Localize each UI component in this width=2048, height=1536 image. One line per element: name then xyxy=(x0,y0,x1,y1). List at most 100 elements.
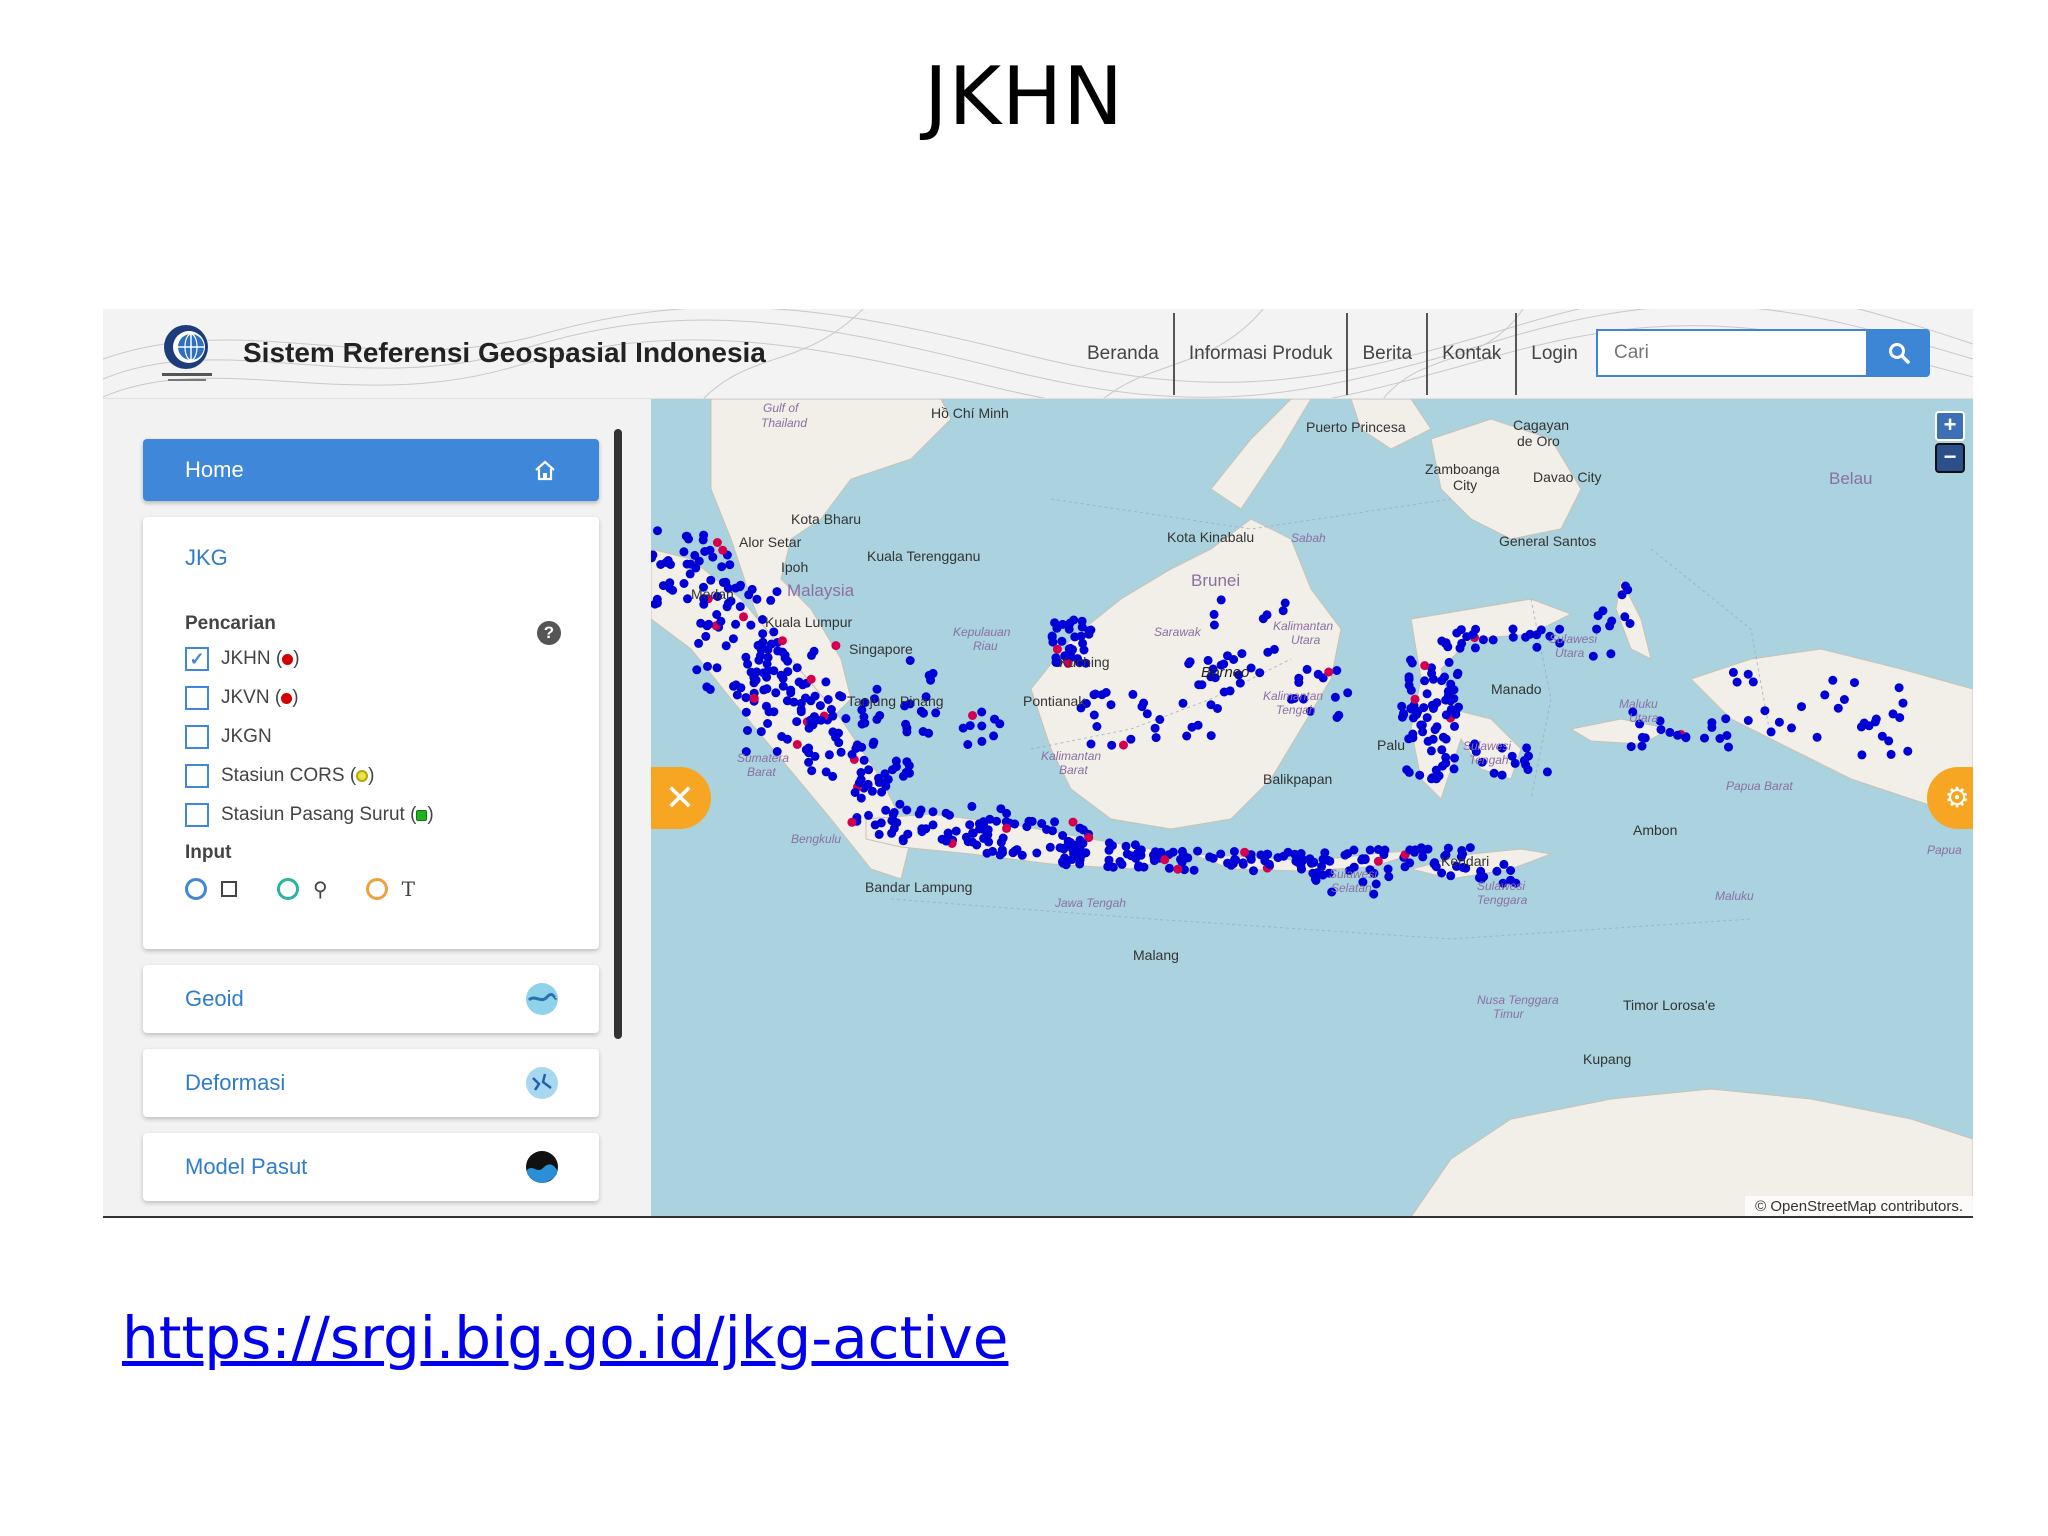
jkhn-point-marker[interactable] xyxy=(739,612,748,622)
jkhn-point-marker[interactable] xyxy=(864,810,873,820)
jkhn-point-marker[interactable] xyxy=(1430,725,1440,735)
jkhn-point-marker[interactable] xyxy=(1294,678,1304,687)
jkhn-point-marker[interactable] xyxy=(783,656,793,666)
jkhn-point-marker[interactable] xyxy=(1438,732,1448,742)
jkhn-point-marker[interactable] xyxy=(1237,649,1247,659)
jkhn-point-marker[interactable] xyxy=(663,556,673,565)
jkhn-point-marker[interactable] xyxy=(1532,642,1542,652)
jkhn-point-marker[interactable] xyxy=(1437,745,1447,755)
jkhn-point-marker[interactable] xyxy=(783,667,793,677)
jkhn-point-marker[interactable] xyxy=(1090,689,1100,699)
jkhn-point-marker[interactable] xyxy=(1437,868,1447,878)
jkhn-point-marker[interactable] xyxy=(1058,619,1068,629)
jkhn-point-marker[interactable] xyxy=(1205,852,1215,862)
jkhn-point-marker[interactable] xyxy=(1075,823,1085,833)
jkhn-point-marker[interactable] xyxy=(1139,698,1149,708)
jkhn-point-marker[interactable] xyxy=(1497,770,1507,780)
jkhn-point-marker[interactable] xyxy=(1032,848,1042,858)
jkhn-point-marker[interactable] xyxy=(854,778,864,788)
jkhn-point-marker[interactable] xyxy=(1209,620,1219,630)
jkhn-point-marker[interactable] xyxy=(716,616,726,626)
jkhn-point-marker[interactable] xyxy=(924,728,934,738)
jkhn-point-marker[interactable] xyxy=(902,805,912,815)
jkhn-point-marker[interactable] xyxy=(1178,698,1188,708)
jkhn-point-marker[interactable] xyxy=(895,799,905,809)
jkhn-point-marker[interactable] xyxy=(928,820,938,830)
jkhn-point-marker[interactable] xyxy=(705,684,715,694)
jkhn-point-marker[interactable] xyxy=(1122,849,1132,859)
jkhn-point-marker[interactable] xyxy=(1119,740,1128,750)
jkhn-point-marker[interactable] xyxy=(1050,618,1060,628)
jkhn-point-marker[interactable] xyxy=(1057,636,1067,646)
jkhn-point-marker[interactable] xyxy=(1383,864,1393,874)
jkhn-point-marker[interactable] xyxy=(1441,710,1451,720)
jkhn-point-marker[interactable] xyxy=(874,829,884,839)
jkhn-point-marker[interactable] xyxy=(771,688,781,698)
jkhn-point-marker[interactable] xyxy=(1045,842,1055,852)
jkhn-point-marker[interactable] xyxy=(1522,743,1532,753)
jkhn-point-marker[interactable] xyxy=(1721,714,1731,724)
search-button[interactable] xyxy=(1868,329,1930,377)
jkg-title[interactable]: JKG xyxy=(185,545,228,571)
site-title[interactable]: Sistem Referensi Geospasial Indonesia xyxy=(243,337,766,369)
jkhn-point-marker[interactable] xyxy=(1828,675,1838,685)
jkhn-point-marker[interactable] xyxy=(1209,609,1219,619)
jkhn-point-marker[interactable] xyxy=(751,675,761,685)
jkhn-point-marker[interactable] xyxy=(1510,758,1520,768)
jkhn-point-marker[interactable] xyxy=(1104,855,1114,865)
jkhn-point-marker[interactable] xyxy=(1489,768,1499,778)
jkhn-point-marker[interactable] xyxy=(1427,669,1437,678)
jkhn-point-marker[interactable] xyxy=(835,691,845,701)
jkhn-point-marker[interactable] xyxy=(1010,846,1020,856)
jkhn-point-marker[interactable] xyxy=(1441,695,1451,705)
jkhn-point-marker[interactable] xyxy=(778,647,787,657)
jkhn-point-marker[interactable] xyxy=(917,827,927,837)
jkhn-point-marker[interactable] xyxy=(763,719,773,728)
jkhn-point-marker[interactable] xyxy=(941,836,951,846)
jkhn-point-marker[interactable] xyxy=(1404,767,1414,777)
jkhn-point-marker[interactable] xyxy=(963,740,973,749)
jkhn-point-marker[interactable] xyxy=(828,771,838,781)
jkhn-point-marker[interactable] xyxy=(905,768,914,778)
jkhn-point-marker[interactable] xyxy=(1343,688,1353,698)
jkhn-point-marker[interactable] xyxy=(729,681,738,691)
jkhn-point-marker[interactable] xyxy=(763,666,773,675)
jkhn-point-marker[interactable] xyxy=(1449,685,1459,695)
jkhn-point-marker[interactable] xyxy=(1607,616,1617,626)
jkhn-point-marker[interactable] xyxy=(967,801,977,811)
layer-jkgn[interactable]: JKGN xyxy=(185,725,272,749)
jkhn-point-marker[interactable] xyxy=(1160,855,1170,865)
jkhn-point-marker[interactable] xyxy=(1588,651,1598,661)
jkhn-point-marker[interactable] xyxy=(979,833,989,843)
model-pasut-card[interactable]: Model Pasut xyxy=(143,1133,599,1201)
jkhn-point-marker[interactable] xyxy=(1264,859,1274,869)
jkhn-point-marker[interactable] xyxy=(1707,722,1717,732)
jkhn-point-marker[interactable] xyxy=(728,634,738,644)
jkhn-point-marker[interactable] xyxy=(1626,742,1636,752)
jkhn-point-marker[interactable] xyxy=(1898,698,1908,708)
jkhn-point-marker[interactable] xyxy=(968,711,977,720)
jkhn-point-marker[interactable] xyxy=(1470,643,1480,653)
jkhn-point-marker[interactable] xyxy=(806,674,816,684)
jkhn-point-marker[interactable] xyxy=(1404,734,1414,744)
jkhn-point-marker[interactable] xyxy=(1420,661,1430,671)
jkhn-point-marker[interactable] xyxy=(983,825,993,835)
jkhn-point-marker[interactable] xyxy=(1230,855,1240,864)
jkhn-point-marker[interactable] xyxy=(977,707,987,717)
jkhn-point-marker[interactable] xyxy=(1444,657,1454,667)
jkhn-point-marker[interactable] xyxy=(901,719,911,729)
jkhn-point-marker[interactable] xyxy=(1086,739,1096,749)
jkhn-point-marker[interactable] xyxy=(804,757,814,767)
jkhn-point-marker[interactable] xyxy=(1262,610,1272,620)
jkhn-point-marker[interactable] xyxy=(1223,651,1232,661)
map-attribution[interactable]: © OpenStreetMap contributors. xyxy=(1745,1196,1973,1217)
jkhn-point-marker[interactable] xyxy=(712,538,722,547)
nav-login[interactable]: Login xyxy=(1517,313,1592,395)
jkhn-point-marker[interactable] xyxy=(721,641,731,651)
jkhn-point-marker[interactable] xyxy=(1870,717,1880,727)
jkhn-point-marker[interactable] xyxy=(1722,731,1732,740)
jkhn-point-marker[interactable] xyxy=(754,655,764,665)
jkhn-point-marker[interactable] xyxy=(1263,647,1273,657)
jkhn-point-marker[interactable] xyxy=(1151,733,1161,743)
jkhn-point-marker[interactable] xyxy=(1405,858,1415,868)
